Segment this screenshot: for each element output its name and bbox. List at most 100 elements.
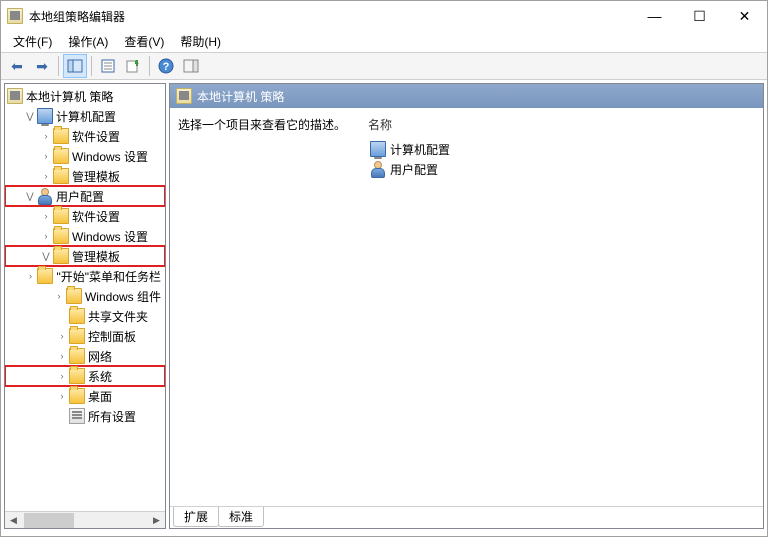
chevron-right-icon[interactable]: › — [39, 129, 53, 143]
tree-root[interactable]: 本地计算机 策略 — [5, 86, 165, 106]
tree-node[interactable]: ›Windows 组件 — [5, 286, 165, 306]
tab-strip: 扩展 标准 — [170, 506, 763, 528]
tree-node-label: 网络 — [88, 348, 112, 365]
description-column: 选择一个项目来查看它的描述。 — [178, 116, 368, 494]
show-tree-button[interactable] — [63, 54, 87, 78]
policy-icon — [176, 88, 192, 104]
properties-button[interactable] — [96, 54, 120, 78]
chevron-down-icon[interactable]: ⋁ — [23, 189, 37, 203]
toolbar-separator — [58, 56, 59, 76]
tree-node-label: 用户配置 — [56, 188, 104, 205]
tree-node-label: 计算机配置 — [56, 108, 116, 125]
content-pane: 本地计算机 策略 选择一个项目来查看它的描述。 名称 计算机配置用户配置 扩展 … — [169, 83, 764, 529]
toolbar-separator — [149, 56, 150, 76]
tree-node[interactable]: ⋁ 用户配置 — [5, 186, 165, 206]
chevron-right-icon[interactable]: › — [55, 389, 69, 403]
tree-node-label: 软件设置 — [72, 208, 120, 225]
main-area: 本地计算机 策略 ⋁计算机配置›软件设置›Windows 设置›管理模板⋁用户配… — [1, 80, 767, 532]
svg-text:?: ? — [163, 61, 170, 73]
tree-node-label: 系统 — [88, 368, 112, 385]
tree-node[interactable]: ⋁ 管理模板 — [5, 246, 165, 266]
chevron-right-icon[interactable]: › — [52, 289, 66, 303]
chevron-right-icon[interactable]: › — [55, 369, 69, 383]
content-header: 本地计算机 策略 — [170, 84, 763, 108]
close-button[interactable]: ✕ — [722, 1, 767, 31]
list-item-label: 用户配置 — [390, 161, 438, 178]
chevron-right-icon[interactable]: › — [55, 329, 69, 343]
tree-node-label: 软件设置 — [72, 128, 120, 145]
menu-help[interactable]: 帮助(H) — [172, 31, 229, 52]
tree-node[interactable]: › 桌面 — [5, 386, 165, 406]
export-icon — [125, 58, 141, 74]
toolbar: ? — [1, 52, 767, 80]
list-item-label: 计算机配置 — [390, 141, 450, 158]
console-tree[interactable]: 本地计算机 策略 ⋁计算机配置›软件设置›Windows 设置›管理模板⋁用户配… — [5, 84, 165, 428]
tree-node[interactable]: ⋁ 计算机配置 — [5, 106, 165, 126]
chevron-down-icon[interactable]: ⋁ — [23, 109, 37, 123]
tree-node-label: 管理模板 — [72, 168, 120, 185]
tree-pane-icon — [67, 58, 83, 74]
folder-icon — [53, 248, 69, 264]
menu-action[interactable]: 操作(A) — [60, 31, 116, 52]
policy-icon — [7, 88, 23, 104]
settings-list-icon — [69, 408, 85, 424]
tree-node[interactable]: › 软件设置 — [5, 206, 165, 226]
tree-node[interactable]: 共享文件夹 — [5, 306, 165, 326]
folder-icon — [69, 388, 85, 404]
minimize-button[interactable]: — — [632, 1, 677, 31]
tree-node[interactable]: › Windows 设置 — [5, 226, 165, 246]
tree-node[interactable]: › Windows 设置 — [5, 146, 165, 166]
chevron-right-icon[interactable]: › — [39, 149, 53, 163]
folder-icon — [53, 208, 69, 224]
back-button[interactable] — [5, 54, 29, 78]
folder-icon — [66, 288, 82, 304]
tree-pane: 本地计算机 策略 ⋁计算机配置›软件设置›Windows 设置›管理模板⋁用户配… — [4, 83, 166, 529]
chevron-right-icon[interactable]: › — [39, 169, 53, 183]
tab-standard[interactable]: 标准 — [218, 507, 264, 527]
folder-icon — [53, 128, 69, 144]
user-icon — [370, 161, 386, 177]
app-icon — [7, 8, 23, 24]
menu-file[interactable]: 文件(F) — [5, 31, 60, 52]
tree-node[interactable]: ›"开始"菜单和任务栏 — [5, 266, 165, 286]
chevron-right-icon[interactable]: › — [39, 229, 53, 243]
tree-node-label: 桌面 — [88, 388, 112, 405]
tree-node[interactable]: 所有设置 — [5, 406, 165, 426]
forward-button[interactable] — [30, 54, 54, 78]
tree-node[interactable]: › 网络 — [5, 346, 165, 366]
tree-node[interactable]: ›控制面板 — [5, 326, 165, 346]
tab-extended[interactable]: 扩展 — [173, 507, 219, 527]
tree-node[interactable]: › 软件设置 — [5, 126, 165, 146]
list-item[interactable]: 计算机配置 — [368, 139, 755, 159]
chevron-right-icon[interactable]: › — [23, 269, 37, 283]
action-pane-icon — [183, 58, 199, 74]
title-text: 本地组策略编辑器 — [29, 8, 632, 25]
toolbar-separator — [91, 56, 92, 76]
maximize-button[interactable]: ☐ — [677, 1, 722, 31]
tree-horizontal-scrollbar[interactable]: ◀ ▶ — [5, 511, 165, 528]
tree-node-label: Windows 设置 — [72, 148, 148, 165]
computer-icon — [37, 108, 53, 124]
scroll-left-button[interactable]: ◀ — [5, 512, 22, 529]
tree-node-label: 管理模板 — [72, 248, 120, 265]
name-column-header[interactable]: 名称 — [368, 116, 755, 133]
folder-icon — [69, 348, 85, 364]
folder-icon — [37, 268, 53, 284]
export-button[interactable] — [121, 54, 145, 78]
tree-node-label: Windows 设置 — [72, 228, 148, 245]
menu-view[interactable]: 查看(V) — [116, 31, 172, 52]
content-body: 选择一个项目来查看它的描述。 名称 计算机配置用户配置 — [170, 108, 763, 502]
chevron-right-icon[interactable]: › — [39, 209, 53, 223]
scroll-thumb[interactable] — [24, 513, 74, 528]
tree-node[interactable]: › 管理模板 — [5, 166, 165, 186]
tree-node[interactable]: › 系统 — [5, 366, 165, 386]
menu-bar: 文件(F) 操作(A) 查看(V) 帮助(H) — [1, 31, 767, 52]
list-item[interactable]: 用户配置 — [368, 159, 755, 179]
scroll-right-button[interactable]: ▶ — [148, 512, 165, 529]
user-icon — [37, 188, 53, 204]
help-button[interactable]: ? — [154, 54, 178, 78]
show-action-pane-button[interactable] — [179, 54, 203, 78]
chevron-right-icon[interactable]: › — [55, 349, 69, 363]
folder-icon — [69, 368, 85, 384]
chevron-down-icon[interactable]: ⋁ — [39, 249, 53, 263]
